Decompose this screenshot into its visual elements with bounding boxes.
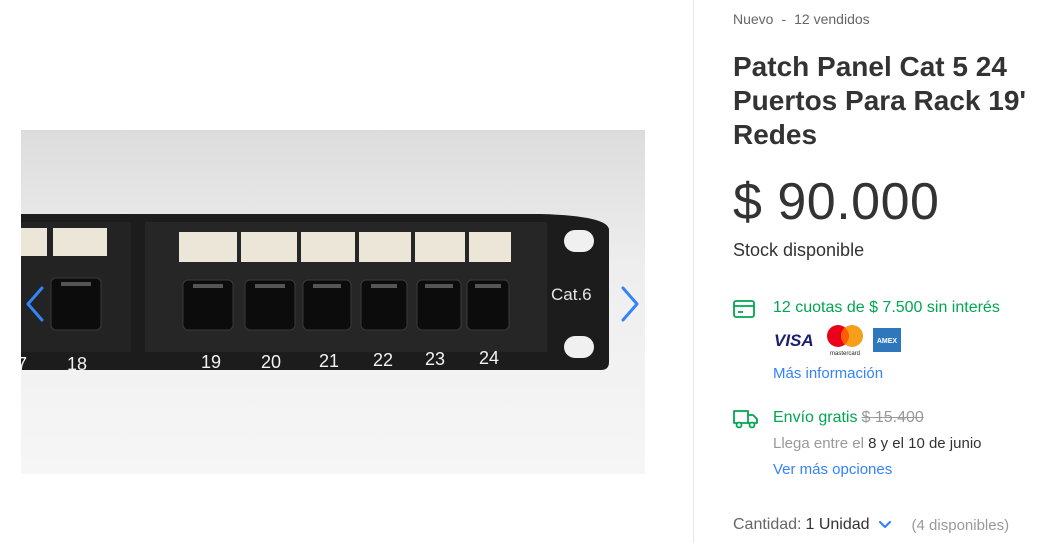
shipping-old-price: $ 15.400: [861, 409, 924, 426]
quantity-value[interactable]: 1 Unidad: [806, 516, 870, 534]
gallery-next-button[interactable]: [617, 282, 643, 326]
condition-label: Nuevo: [733, 11, 774, 27]
svg-text:mastercard: mastercard: [830, 351, 860, 356]
chevron-right-icon: [621, 286, 639, 322]
port-number: 23: [425, 349, 445, 369]
column-divider: [693, 0, 694, 543]
meta-separator: -: [781, 11, 787, 27]
installments-text: 12 cuotas de $ 7.500 sin interés: [773, 299, 1000, 316]
port-number: 19: [201, 352, 221, 372]
arrival-dates: 8 y el 10 de junio: [868, 435, 982, 452]
credit-card-icon: [733, 300, 755, 318]
port-number: 18: [67, 354, 87, 374]
port-number: 22: [373, 350, 393, 370]
panel-label: Cat.6: [551, 285, 592, 304]
port-number: 20: [261, 352, 281, 372]
arrival-prefix: Llega entre el: [773, 435, 864, 452]
port-number: 7: [21, 354, 27, 374]
chevron-left-icon: [26, 286, 44, 322]
available-count: (4 disponibles): [911, 516, 1010, 534]
shipping-info: Envío gratis $ 15.400: [773, 409, 924, 427]
gallery-prev-button[interactable]: [22, 282, 48, 326]
product-title: Patch Panel Cat 5 24 Puertos Para Rack 1…: [733, 51, 1027, 150]
truck-icon: [733, 410, 758, 429]
amex-logo: AMEX: [873, 326, 901, 354]
product-price: $ 90.000: [733, 173, 940, 231]
payment-methods: VISA mastercard AMEX: [773, 325, 901, 356]
mastercard-logo: mastercard: [825, 325, 865, 356]
more-shipping-options-link[interactable]: Ver más opciones: [773, 461, 892, 478]
sold-count: 12 vendidos: [794, 11, 870, 27]
patch-panel-image: Cat.6 7 18 19 20 21 22 23 24: [21, 214, 609, 374]
chevron-down-icon[interactable]: [878, 520, 892, 530]
arrival-estimate: Llega entre el 8 y el 10 de junio: [773, 435, 982, 452]
free-shipping-label: Envío gratis: [773, 409, 858, 426]
quantity-label: Cantidad:: [733, 516, 802, 533]
quantity-selector: Cantidad: 1 Unidad (4 disponibles): [733, 516, 1009, 534]
svg-text:VISA: VISA: [774, 331, 814, 350]
product-photo[interactable]: Cat.6 7 18 19 20 21 22 23 24: [21, 130, 645, 474]
product-meta: Nuevo -12 vendidos: [733, 11, 870, 27]
more-info-link[interactable]: Más información: [773, 365, 883, 382]
stock-status: Stock disponible: [733, 240, 865, 260]
port-number: 24: [479, 348, 499, 368]
product-gallery: Cat.6 7 18 19 20 21 22 23 24: [0, 0, 693, 543]
port-number: 21: [319, 351, 339, 371]
svg-text:AMEX: AMEX: [877, 338, 898, 345]
visa-logo: VISA: [773, 326, 817, 354]
